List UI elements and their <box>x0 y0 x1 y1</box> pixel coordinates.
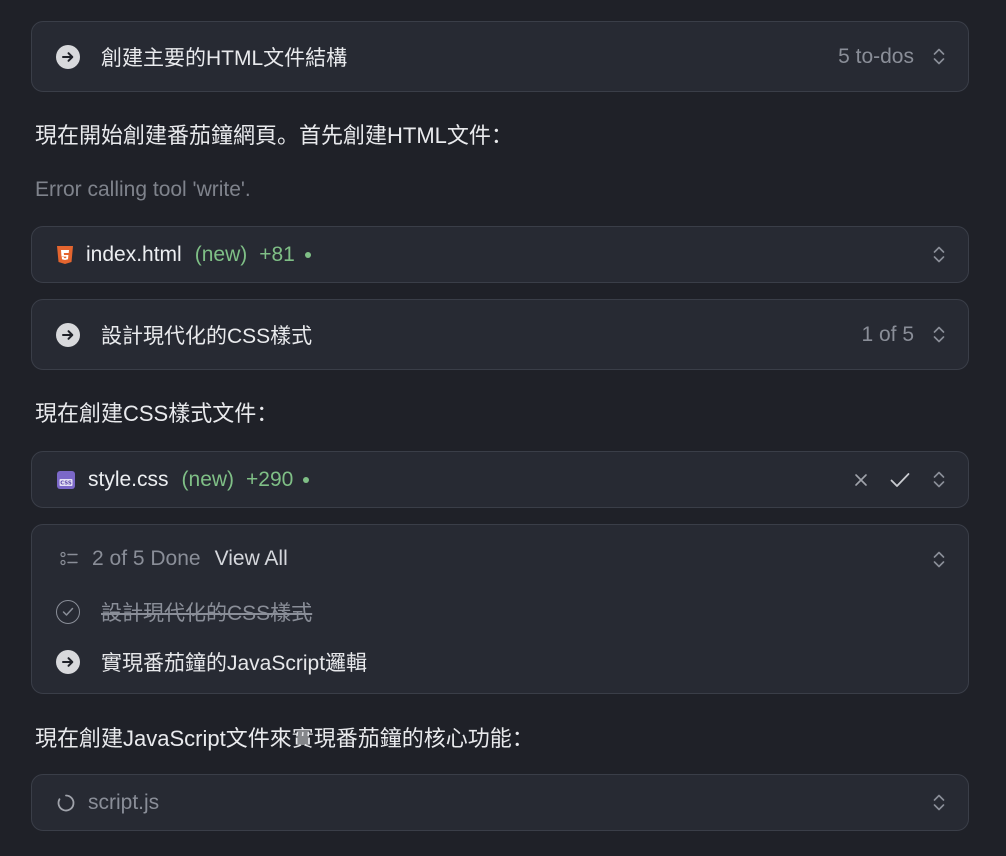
svg-text:CSS: CSS <box>60 480 72 486</box>
file-card-style-css[interactable]: CSS style.css (new) +290 <box>31 451 969 508</box>
assistant-message: 現在創建JavaScript文件來實現番茄鐘的核心功能： <box>35 726 534 751</box>
lines-added: +290 <box>246 467 294 491</box>
assistant-message: 現在創建CSS樣式文件： <box>35 401 279 426</box>
todo-progress: 1 of 5 <box>861 322 914 346</box>
todo-item-label: 設計現代化的CSS樣式 <box>101 602 313 625</box>
task-card-html-structure[interactable]: 創建主要的HTML文件結構 5 to-dos <box>31 21 969 92</box>
file-card-script-js[interactable]: script.js <box>31 774 969 831</box>
check-circle-icon <box>56 600 80 624</box>
arrow-right-circle-icon <box>56 650 80 674</box>
checkmark-icon[interactable] <box>890 472 910 488</box>
chevron-up-down-icon[interactable] <box>932 47 946 67</box>
todo-count: 5 to-dos <box>838 44 914 68</box>
css-file-icon: CSS <box>56 470 76 490</box>
tool-error-message: Error calling tool 'write'. <box>35 178 251 201</box>
arrow-right-circle-icon <box>56 44 80 69</box>
chevron-up-down-icon[interactable] <box>932 793 946 813</box>
file-name: index.html <box>86 242 182 266</box>
new-file-tag: (new) <box>181 467 235 491</box>
todo-summary: 2 of 5 Done <box>92 547 201 570</box>
loading-spinner-icon <box>56 793 76 813</box>
todo-item-label: 實現番茄鐘的JavaScript邏輯 <box>101 652 368 675</box>
assistant-message: 現在開始創建番茄鐘網頁。首先創建HTML文件： <box>35 123 513 148</box>
file-name: style.css <box>88 467 169 491</box>
chat-transcript: 創建主要的HTML文件結構 5 to-dos 現在開始創建番茄鐘網頁。首先創建H… <box>0 0 1006 856</box>
close-icon[interactable] <box>854 473 868 487</box>
task-card-css-styles[interactable]: 設計現代化的CSS樣式 1 of 5 <box>31 299 969 370</box>
checklist-icon <box>60 551 78 567</box>
task-label: 設計現代化的CSS樣式 <box>101 324 313 348</box>
view-all-link[interactable]: View All <box>215 547 288 571</box>
status-dot <box>304 251 311 258</box>
todo-item-active[interactable]: 實現番茄鐘的JavaScript邏輯 <box>32 637 968 687</box>
chevron-up-down-icon[interactable] <box>932 325 946 345</box>
todo-list-card: 2 of 5 Done View All 設計現代化的CSS樣式 實現番茄鐘的J… <box>31 524 969 694</box>
chevron-up-down-icon[interactable] <box>932 549 946 569</box>
file-name: script.js <box>88 790 160 814</box>
status-dot <box>303 476 310 483</box>
file-card-index-html[interactable]: index.html (new) +81 <box>31 226 969 283</box>
html5-icon <box>56 245 74 265</box>
arrow-right-circle-icon <box>56 322 80 347</box>
task-label: 創建主要的HTML文件結構 <box>101 46 348 70</box>
chevron-up-down-icon[interactable] <box>932 470 946 490</box>
todo-item-completed[interactable]: 設計現代化的CSS樣式 <box>32 587 968 637</box>
chevron-up-down-icon[interactable] <box>932 245 946 265</box>
new-file-tag: (new) <box>194 242 248 266</box>
todo-list-header[interactable]: 2 of 5 Done View All <box>32 525 968 593</box>
lines-added: +81 <box>259 242 295 266</box>
